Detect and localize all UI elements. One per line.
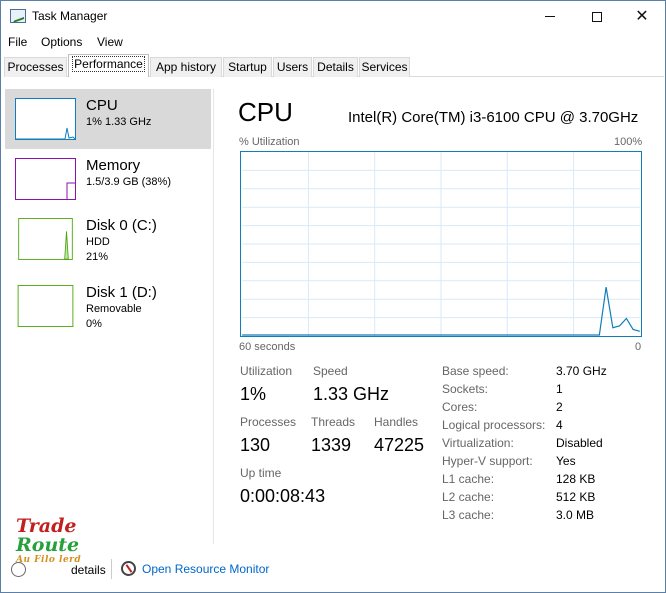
sidebar-item-title: Disk 1 (D:) bbox=[86, 284, 157, 301]
sidebar-item-title: Memory bbox=[86, 157, 141, 174]
tab-services[interactable]: Services bbox=[359, 57, 410, 77]
utilization-max-label: 100% bbox=[614, 136, 643, 148]
menu-view[interactable]: View bbox=[97, 35, 123, 49]
threads-value: 1339 bbox=[311, 435, 352, 455]
uptime-value: 0:00:08:43 bbox=[240, 486, 326, 506]
sidebar-item-title: CPU bbox=[86, 97, 118, 114]
info-label: Virtualization: bbox=[442, 436, 514, 450]
menu-file[interactable]: File bbox=[8, 35, 27, 49]
utilization-label: Utilization bbox=[240, 364, 293, 378]
info-value: Yes bbox=[556, 454, 576, 468]
sidebar-item-sub: HDD bbox=[86, 236, 110, 248]
title-bar: Task Manager ✕ bbox=[1, 1, 665, 32]
tab-label: Startup bbox=[228, 60, 267, 74]
resource-list: CPU 1% 1.33 GHz Memory 1.5/3.9 GB (38%) … bbox=[5, 89, 211, 544]
sidebar-item-sub: 21% bbox=[86, 251, 109, 263]
close-button[interactable]: ✕ bbox=[619, 1, 665, 32]
footer-separator bbox=[111, 559, 112, 579]
tab-processes[interactable]: Processes bbox=[4, 57, 67, 77]
tab-label: Services bbox=[361, 60, 408, 74]
info-label: Logical processors: bbox=[442, 418, 546, 432]
sidebar-item-memory[interactable]: Memory 1.5/3.9 GB (38%) bbox=[5, 149, 211, 209]
info-label: Cores: bbox=[442, 400, 478, 414]
info-label: L2 cache: bbox=[442, 490, 495, 504]
memory-thumbnail bbox=[15, 158, 76, 200]
sidebar-item-sub: 0% bbox=[86, 318, 102, 330]
sidebar-item-title: Disk 0 (C:) bbox=[86, 217, 157, 234]
speed-label: Speed bbox=[313, 364, 348, 378]
info-value: 512 KB bbox=[556, 490, 596, 504]
processes-value: 130 bbox=[240, 435, 271, 455]
info-label: Sockets: bbox=[442, 382, 489, 396]
minimize-button[interactable] bbox=[527, 1, 573, 32]
tab-app-history[interactable]: App history bbox=[150, 57, 222, 77]
maximize-icon bbox=[592, 11, 602, 22]
open-resource-monitor-link[interactable]: Open Resource Monitor bbox=[142, 562, 269, 576]
close-icon: ✕ bbox=[635, 7, 649, 25]
tab-details[interactable]: Details bbox=[313, 57, 358, 77]
tab-users[interactable]: Users bbox=[273, 57, 312, 77]
fewer-details-link[interactable]: details bbox=[71, 563, 106, 577]
info-label: L1 cache: bbox=[442, 472, 495, 486]
disk-0-thumbnail bbox=[15, 218, 76, 260]
handles-value: 47225 bbox=[374, 435, 425, 455]
tab-startup[interactable]: Startup bbox=[223, 57, 272, 77]
speed-value: 1.33 GHz bbox=[313, 384, 390, 404]
info-label: L3 cache: bbox=[442, 508, 495, 522]
tab-bar: Processes Performance App history Startu… bbox=[4, 54, 664, 77]
info-value: 1 bbox=[556, 382, 563, 396]
utilization-value: 1% bbox=[240, 384, 267, 404]
graph-grid bbox=[242, 152, 640, 336]
tab-label: App history bbox=[155, 60, 217, 74]
resource-monitor-icon[interactable] bbox=[121, 561, 136, 576]
time-axis-zero: 0 bbox=[635, 341, 642, 353]
info-value: 2 bbox=[556, 400, 563, 414]
task-manager-window: Task Manager ✕ File Options View Process… bbox=[0, 0, 666, 593]
menu-bar: File Options View bbox=[1, 33, 665, 53]
threads-label: Threads bbox=[311, 415, 356, 429]
time-axis-label: 60 seconds bbox=[239, 341, 296, 353]
panel-divider bbox=[213, 89, 214, 544]
task-manager-icon bbox=[10, 9, 26, 23]
sidebar-item-disk-0[interactable]: Disk 0 (C:) HDD 21% bbox=[5, 209, 211, 269]
sidebar-item-disk-1[interactable]: Disk 1 (D:) Removable 0% bbox=[5, 274, 211, 334]
maximize-button[interactable] bbox=[574, 1, 620, 32]
menu-options[interactable]: Options bbox=[41, 35, 82, 49]
watermark-logo: Trade Route Au Filo lerd bbox=[16, 517, 81, 565]
info-label: Base speed: bbox=[442, 364, 509, 378]
info-value: Disabled bbox=[556, 436, 603, 450]
tab-performance[interactable]: Performance bbox=[68, 54, 149, 77]
sidebar-item-cpu[interactable]: CPU 1% 1.33 GHz bbox=[5, 89, 211, 149]
tab-label: Details bbox=[317, 60, 354, 74]
tab-label: Users bbox=[276, 60, 309, 74]
tab-label: Performance bbox=[72, 56, 145, 72]
disk-1-thumbnail bbox=[15, 285, 76, 327]
sidebar-item-sub: 1% 1.33 GHz bbox=[86, 116, 152, 128]
sidebar-item-sub: Removable bbox=[86, 303, 142, 315]
cpu-thumbnail bbox=[15, 98, 76, 140]
tab-label: Processes bbox=[7, 60, 64, 74]
logo-line: Au Filo lerd bbox=[16, 555, 82, 565]
uptime-label: Up time bbox=[240, 466, 282, 480]
info-value: 128 KB bbox=[556, 472, 596, 486]
minimize-icon bbox=[545, 16, 555, 17]
cpu-model-name: Intel(R) Core(TM) i3-6100 CPU @ 3.70GHz bbox=[348, 109, 639, 126]
page-title: CPU bbox=[238, 97, 293, 127]
handles-label: Handles bbox=[374, 415, 419, 429]
info-value: 4 bbox=[556, 418, 563, 432]
processes-label: Processes bbox=[240, 415, 297, 429]
info-value: 3.0 MB bbox=[556, 508, 595, 522]
cpu-utilization-graph bbox=[240, 151, 642, 337]
utilization-axis-label: % Utilization bbox=[239, 136, 300, 148]
logo-line: Route bbox=[16, 534, 80, 556]
sidebar-item-sub: 1.5/3.9 GB (38%) bbox=[86, 176, 171, 188]
window-title: Task Manager bbox=[32, 9, 108, 23]
info-value: 3.70 GHz bbox=[556, 364, 607, 378]
info-label: Hyper-V support: bbox=[442, 454, 533, 468]
